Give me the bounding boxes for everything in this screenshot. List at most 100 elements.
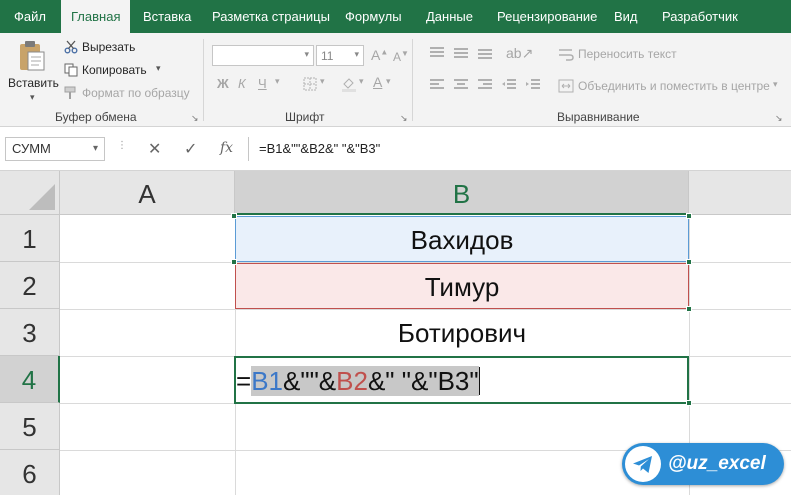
formula-bar: СУММ ▾ ⋮ ✕ ✓ fx =B1&""&B2&" "&"B3" [0, 127, 791, 171]
merge-cells-icon [558, 79, 574, 93]
orientation-icon[interactable]: ab↗ [506, 45, 533, 62]
font-size-select[interactable]: 11 ▾ [316, 45, 364, 66]
cancel-icon[interactable]: ✕ [148, 139, 161, 159]
merge-center-button[interactable]: Объединить и поместить в центре ▾ [558, 78, 783, 96]
align-bottom-icon[interactable] [478, 47, 492, 59]
row-header-6[interactable]: 6 [0, 450, 60, 495]
tab-page-layout[interactable]: Разметка страницы [212, 0, 330, 33]
tab-view[interactable]: Вид [614, 0, 638, 33]
paste-dropdown-icon: ▾ [30, 92, 35, 102]
range-handle[interactable] [686, 213, 692, 219]
tab-home[interactable]: Главная [61, 0, 131, 33]
font-size-value: 11 [321, 49, 334, 63]
row-header-1[interactable]: 1 [0, 215, 60, 262]
cell-b1[interactable]: Вахидов [235, 216, 689, 262]
row-header-2[interactable]: 2 [0, 262, 60, 309]
copy-button[interactable]: Копировать ▾ [64, 62, 174, 80]
formula-input[interactable]: =B1&""&B2&" "&"B3" [248, 137, 791, 161]
copy-label: Копировать [82, 63, 147, 77]
text-cursor [478, 367, 480, 395]
row-header-4[interactable]: 4 [0, 356, 60, 403]
bold-button[interactable]: Ж [217, 76, 229, 91]
insert-function-icon[interactable]: fx [220, 140, 233, 156]
align-center-icon[interactable] [454, 79, 468, 91]
italic-button[interactable]: К [238, 76, 246, 91]
range-handle[interactable] [686, 259, 692, 265]
telegram-icon [625, 446, 661, 482]
formula-part: &" "&"B3" [367, 366, 479, 396]
borders-icon[interactable] [303, 77, 317, 91]
format-painter-label: Формат по образцу [82, 86, 190, 100]
formula-part: &""& [283, 366, 337, 396]
ribbon-home: Вставить ▾ Вырезать Копировать ▾ Формат … [0, 33, 791, 127]
underline-button[interactable]: Ч [258, 76, 267, 91]
name-box-value: СУММ [12, 141, 51, 156]
paste-label: Вставить [8, 76, 59, 90]
font-color-icon[interactable]: A [373, 74, 382, 90]
font-group-label: Шрифт [285, 110, 325, 124]
cell-b4-editing[interactable]: =B1&""&B2&" "&"B3" [234, 356, 689, 404]
tab-data[interactable]: Данные [426, 0, 473, 33]
wrap-text-button[interactable]: Переносить текст [558, 46, 688, 64]
paste-button[interactable]: Вставить ▾ [4, 38, 60, 108]
column-header-b[interactable]: B [235, 171, 689, 215]
align-top-icon[interactable] [430, 47, 444, 59]
formula-equals: = [236, 366, 252, 396]
range-handle[interactable] [231, 259, 237, 265]
fill-color-icon[interactable] [341, 76, 357, 92]
fill-handle[interactable] [686, 400, 692, 406]
font-launcher-icon[interactable]: ↘ [400, 113, 408, 124]
formula-highlight: B1&""&B2&" "&"B3" [251, 366, 479, 396]
watermark-text: @uz_excel [668, 453, 766, 474]
clipboard-icon [20, 41, 45, 71]
decrease-indent-icon[interactable] [502, 79, 516, 91]
cut-button[interactable]: Вырезать [64, 39, 174, 57]
formula-ref-b1: B1 [251, 366, 283, 396]
tab-developer[interactable]: Разработчик [662, 0, 738, 33]
tab-insert[interactable]: Вставка [143, 0, 191, 33]
more-options-icon: ⋮ [117, 140, 127, 151]
column-header-a[interactable]: A [60, 171, 235, 215]
increase-font-icon[interactable]: A▲ [371, 47, 388, 63]
tab-review[interactable]: Рецензирование [497, 0, 597, 33]
increase-indent-icon[interactable] [526, 79, 540, 91]
underline-dropdown-icon[interactable]: ▾ [275, 76, 280, 87]
group-separator [203, 39, 204, 121]
align-left-icon[interactable] [430, 79, 444, 91]
fill-dropdown-icon[interactable]: ▾ [359, 76, 364, 87]
tab-file[interactable]: Файл [14, 0, 46, 33]
alignment-launcher-icon[interactable]: ↘ [775, 113, 783, 124]
font-name-select[interactable]: ▾ [212, 45, 314, 66]
range-handle[interactable] [231, 213, 237, 219]
borders-dropdown-icon[interactable]: ▾ [320, 76, 325, 87]
alignment-group-label: Выравнивание [557, 110, 640, 124]
clipboard-group-label: Буфер обмена [55, 110, 137, 124]
scissors-icon [64, 40, 78, 54]
clipboard-launcher-icon[interactable]: ↘ [191, 113, 199, 124]
range-handle[interactable] [686, 306, 692, 312]
merge-center-label: Объединить и поместить в центре [578, 79, 770, 93]
select-all-corner[interactable] [0, 171, 60, 215]
format-painter-button[interactable]: Формат по образцу [64, 85, 194, 103]
decrease-font-icon[interactable]: A▼ [393, 49, 409, 64]
wrap-text-icon [559, 49, 574, 61]
align-right-icon[interactable] [478, 79, 492, 91]
format-painter-icon [64, 86, 76, 99]
font-color-dropdown-icon[interactable]: ▾ [386, 76, 391, 87]
name-box[interactable]: СУММ ▾ [5, 137, 105, 161]
enter-icon[interactable]: ✓ [184, 139, 197, 159]
align-middle-icon[interactable] [454, 47, 468, 59]
row-header-3[interactable]: 3 [0, 309, 60, 356]
row-header-5[interactable]: 5 [0, 403, 60, 450]
select-all-triangle-icon [29, 184, 55, 210]
cell-b2[interactable]: Тимур [235, 263, 689, 309]
tab-formulas[interactable]: Формулы [345, 0, 402, 33]
formula-ref-b2: B2 [336, 366, 368, 396]
chevron-down-icon: ▾ [354, 49, 359, 59]
chevron-down-icon: ▾ [92, 143, 98, 154]
cell-b3[interactable]: Ботирович [235, 310, 689, 356]
column-header-c[interactable] [689, 171, 791, 215]
group-separator [412, 39, 413, 121]
cut-label: Вырезать [82, 40, 136, 54]
telegram-watermark: @uz_excel [622, 443, 784, 485]
